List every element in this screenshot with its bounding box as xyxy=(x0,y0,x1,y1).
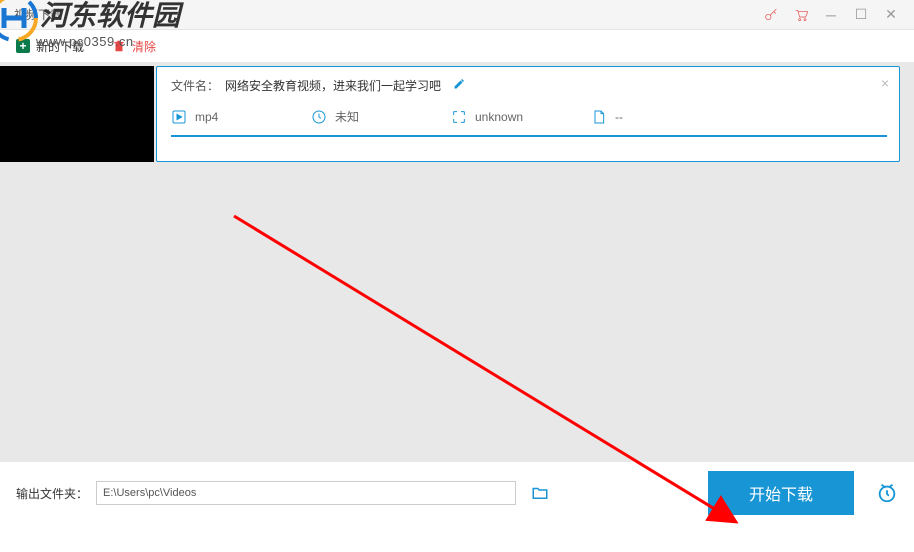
titlebar: 视频下载 ─ ☐ ✕ xyxy=(0,0,914,30)
duration-cell: 未知 xyxy=(311,108,451,125)
file-icon xyxy=(591,109,607,125)
resolution-cell: unknown xyxy=(451,109,591,125)
bottom-bar: 输出文件夹： 开始下载 xyxy=(0,462,914,524)
progress-bar xyxy=(171,135,887,137)
toolbar: + 新的下载 清除 xyxy=(0,30,914,62)
video-thumbnail[interactable] xyxy=(0,66,154,162)
resolution-value: unknown xyxy=(475,110,523,124)
format-icon xyxy=(171,109,187,125)
remove-item-button[interactable]: × xyxy=(881,75,889,91)
clear-button[interactable]: 清除 xyxy=(112,38,156,55)
minimize-button[interactable]: ─ xyxy=(816,3,846,27)
plus-icon: + xyxy=(16,39,30,53)
maximize-button[interactable]: ☐ xyxy=(846,3,876,27)
clear-label: 清除 xyxy=(132,38,156,55)
trash-icon xyxy=(112,39,126,53)
clock-icon xyxy=(311,109,327,125)
size-value: -- xyxy=(615,110,623,124)
close-button[interactable]: ✕ xyxy=(876,3,906,27)
format-cell: mp4 xyxy=(171,109,311,125)
filename-label: 文件名： xyxy=(171,77,219,94)
output-label: 输出文件夹： xyxy=(16,485,88,502)
format-value: mp4 xyxy=(195,110,218,124)
browse-folder-button[interactable] xyxy=(530,484,550,502)
output-path-input[interactable] xyxy=(96,481,516,505)
start-download-label: 开始下载 xyxy=(749,481,813,505)
content-area: × 文件名： 网络安全教育视频，进来我们一起学习吧 mp4 未知 unknown xyxy=(0,62,914,462)
download-item[interactable]: × 文件名： 网络安全教育视频，进来我们一起学习吧 mp4 未知 unknown xyxy=(156,66,900,162)
new-download-label: 新的下载 xyxy=(36,38,84,55)
filename-value: 网络安全教育视频，进来我们一起学习吧 xyxy=(225,77,441,94)
cart-icon[interactable] xyxy=(786,3,816,27)
size-cell: -- xyxy=(591,109,731,125)
duration-value: 未知 xyxy=(335,108,359,125)
new-download-button[interactable]: + 新的下载 xyxy=(16,38,84,55)
edit-filename-button[interactable] xyxy=(453,78,465,93)
schedule-button[interactable] xyxy=(876,482,898,504)
resolution-icon xyxy=(451,109,467,125)
key-icon[interactable] xyxy=(756,3,786,27)
window-title: 视频下载 xyxy=(14,6,62,23)
start-download-button[interactable]: 开始下载 xyxy=(708,471,854,515)
